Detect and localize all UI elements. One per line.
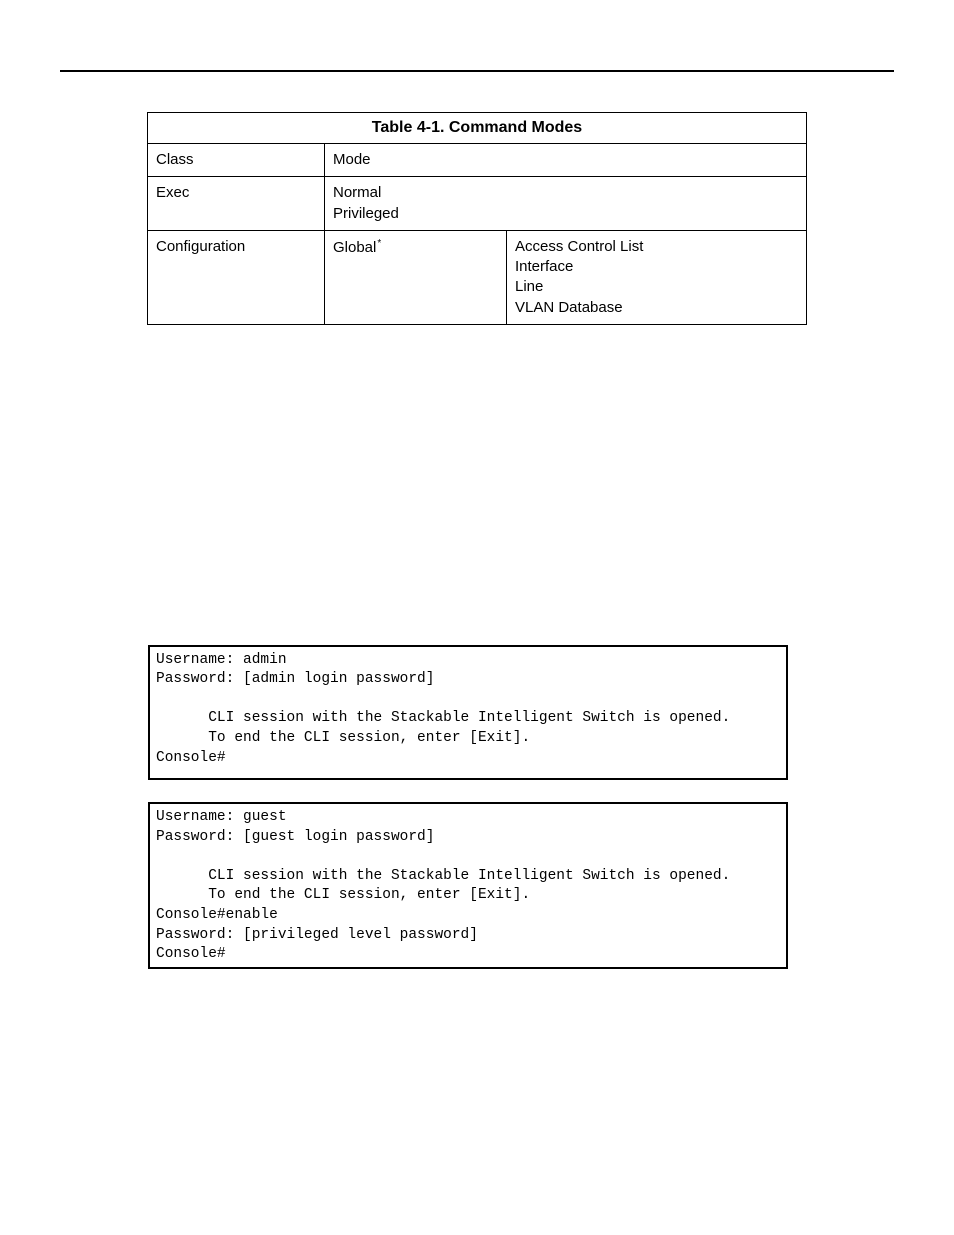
sub-line: Line bbox=[515, 278, 543, 295]
sub-line: VLAN Database bbox=[515, 299, 623, 316]
table-title: Table 4-1. Command Modes bbox=[148, 113, 807, 144]
cell-class-exec: Exec bbox=[148, 177, 325, 231]
mode-line: Privileged bbox=[333, 205, 399, 222]
sub-line: Interface bbox=[515, 258, 573, 275]
cell-class-configuration: Configuration bbox=[148, 230, 325, 324]
command-modes-table-wrap: Table 4-1. Command Modes Class Mode Exec… bbox=[147, 112, 807, 325]
asterisk-icon: * bbox=[377, 238, 381, 249]
cell-mode-global: Global* bbox=[325, 230, 507, 324]
mode-line: Global bbox=[333, 239, 376, 256]
console-area: Username: admin Password: [admin login p… bbox=[148, 645, 894, 969]
console-block-admin: Username: admin Password: [admin login p… bbox=[148, 645, 788, 780]
command-modes-table: Table 4-1. Command Modes Class Mode Exec… bbox=[147, 112, 807, 325]
table-row: Exec Normal Privileged bbox=[148, 177, 807, 231]
page: Table 4-1. Command Modes Class Mode Exec… bbox=[0, 0, 954, 1235]
cell-mode-sub: Access Control List Interface Line VLAN … bbox=[507, 230, 807, 324]
table-header-mode: Mode bbox=[325, 144, 807, 177]
console-block-guest: Username: guest Password: [guest login p… bbox=[148, 802, 788, 969]
mode-line: Normal bbox=[333, 184, 381, 201]
top-rule bbox=[60, 70, 894, 72]
sub-line: Access Control List bbox=[515, 238, 643, 255]
table-header-class: Class bbox=[148, 144, 325, 177]
table-row: Configuration Global* Access Control Lis… bbox=[148, 230, 807, 324]
cell-mode-exec: Normal Privileged bbox=[325, 177, 807, 231]
